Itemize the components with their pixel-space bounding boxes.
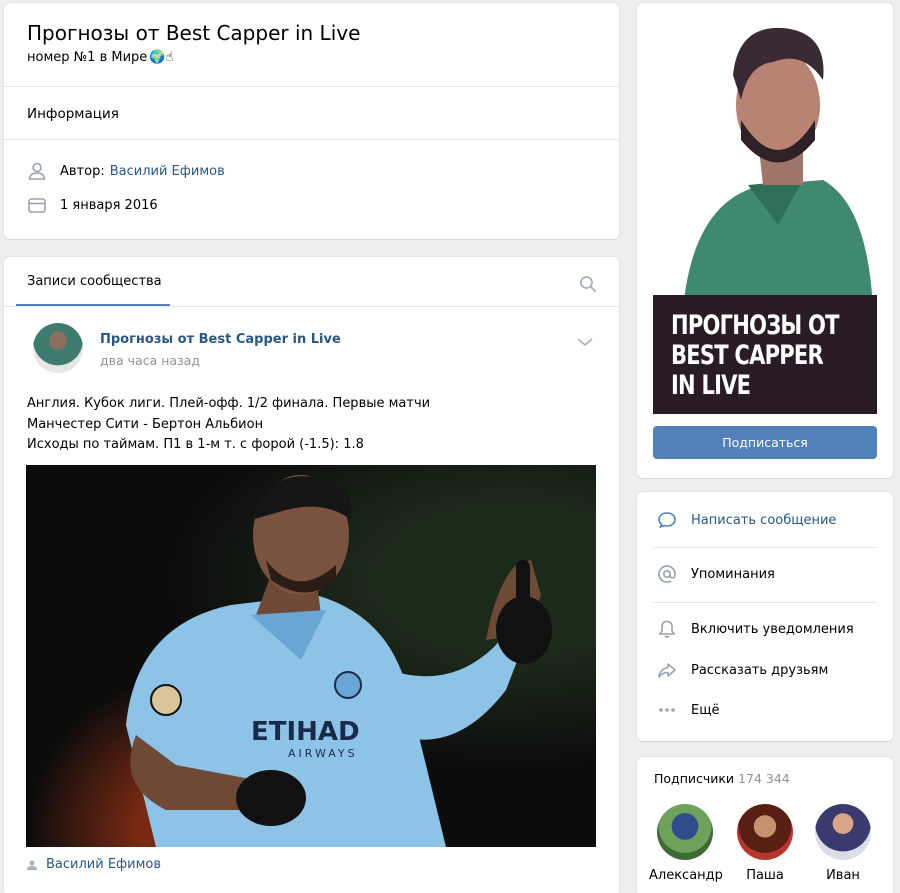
post-signer[interactable]: Василий Ефимов bbox=[26, 857, 161, 872]
cover-banner-text: ПРОГНОЗЫ ОТ BEST CAPPER IN LIVE bbox=[671, 311, 874, 401]
group-status: номер №1 в Мире 🌍☝ bbox=[27, 50, 173, 65]
subscriber-avatar bbox=[737, 804, 793, 860]
user-icon bbox=[27, 860, 37, 870]
share-icon bbox=[658, 663, 676, 678]
author-link[interactable]: Василий Ефимов bbox=[110, 164, 225, 179]
divider bbox=[4, 86, 619, 87]
group-header-card: Прогнозы от Best Capper in Live номер №1… bbox=[4, 3, 619, 239]
chevron-down-icon[interactable] bbox=[577, 337, 593, 347]
calendar-icon bbox=[28, 198, 46, 213]
action-more[interactable]: Ещё bbox=[657, 700, 719, 720]
status-emoji: 🌍☝ bbox=[149, 50, 174, 65]
action-label: Включить уведомления bbox=[691, 621, 854, 637]
action-enable-notifications[interactable]: Включить уведомления bbox=[657, 619, 854, 639]
subscriber-name: Иван bbox=[826, 868, 860, 883]
divider bbox=[653, 547, 877, 548]
signer-name[interactable]: Василий Ефимов bbox=[46, 857, 161, 872]
author-label: Автор: bbox=[60, 163, 105, 179]
group-title: Прогнозы от Best Capper in Live bbox=[27, 21, 361, 45]
subscribers-count: 174 344 bbox=[738, 771, 790, 786]
post-author-avatar[interactable] bbox=[33, 323, 83, 373]
footballer-illustration: ETIHAD AIRWAYS bbox=[126, 475, 552, 847]
subscriber-name: Паша bbox=[746, 868, 784, 883]
action-send-message[interactable]: Написать сообщение bbox=[657, 510, 836, 530]
post-line: Исходы по таймам. П1 в 1-м т. с форой (-… bbox=[27, 437, 364, 452]
action-label: Рассказать друзьям bbox=[691, 662, 829, 678]
post-photo[interactable]: ETIHAD AIRWAYS bbox=[26, 465, 596, 847]
search-icon[interactable] bbox=[579, 275, 597, 293]
cover-line: ПРОГНОЗЫ ОТ bbox=[671, 310, 840, 341]
at-icon bbox=[658, 565, 676, 583]
subscriber-avatar bbox=[657, 804, 713, 860]
message-icon bbox=[658, 512, 676, 529]
action-mentions[interactable]: Упоминания bbox=[657, 564, 775, 584]
divider bbox=[4, 306, 619, 307]
subscriber-avatar bbox=[815, 804, 871, 860]
post-timestamp[interactable]: два часа назад bbox=[100, 353, 200, 368]
bell-icon bbox=[658, 620, 676, 638]
svg-text:AIRWAYS: AIRWAYS bbox=[288, 747, 358, 760]
subscribers-header[interactable]: Подписчики 174 344 bbox=[654, 771, 790, 786]
community-feed-card: Записи сообщества Прогнозы от Best Cappe… bbox=[4, 257, 619, 893]
action-label: Ещё bbox=[691, 702, 720, 718]
subscriber-item[interactable]: Александр bbox=[649, 804, 723, 883]
more-dots-icon bbox=[659, 708, 675, 712]
created-date: 1 января 2016 bbox=[60, 197, 158, 213]
user-icon bbox=[28, 162, 46, 180]
post-text: Англия. Кубок лиги. Плей-офф. 1/2 финала… bbox=[27, 394, 430, 456]
action-label: Написать сообщение bbox=[691, 512, 837, 528]
subscriber-item[interactable]: Паша bbox=[729, 804, 801, 883]
subscriber-name: Александр bbox=[649, 868, 723, 883]
date-row: 1 января 2016 bbox=[27, 195, 158, 215]
post-line: Манчестер Сити - Бертон Альбион bbox=[27, 416, 264, 432]
cover-line: IN LIVE bbox=[671, 370, 751, 401]
group-cover-image[interactable]: ПРОГНОЗЫ ОТ BEST CAPPER IN LIVE bbox=[653, 20, 877, 414]
divider bbox=[653, 602, 877, 603]
author-row: Автор: Василий Ефимов bbox=[27, 161, 225, 181]
action-label: Упоминания bbox=[691, 566, 775, 582]
group-status-text: номер №1 в Мире bbox=[27, 50, 148, 65]
group-actions-card: Написать сообщение Упоминания Включить у… bbox=[637, 492, 893, 741]
group-cover-card: ПРОГНОЗЫ ОТ BEST CAPPER IN LIVE Подписат… bbox=[637, 3, 893, 478]
divider bbox=[4, 139, 619, 140]
subscribe-button[interactable]: Подписаться bbox=[653, 426, 877, 459]
sponsor-text: ETIHAD bbox=[251, 717, 360, 747]
info-link[interactable]: Информация bbox=[27, 106, 119, 122]
post-line: Англия. Кубок лиги. Плей-офф. 1/2 финала… bbox=[27, 396, 431, 411]
post-author-link[interactable]: Прогнозы от Best Capper in Live bbox=[100, 332, 341, 347]
subscriber-item[interactable]: Иван bbox=[807, 804, 879, 883]
subscribers-card: Подписчики 174 344 Александр Паша Иван bbox=[637, 757, 893, 893]
tab-community-posts[interactable]: Записи сообщества bbox=[27, 274, 162, 289]
action-share-friends[interactable]: Рассказать друзьям bbox=[657, 660, 828, 680]
cover-line: BEST CAPPER bbox=[671, 340, 824, 371]
subscribers-label: Подписчики bbox=[654, 771, 735, 786]
